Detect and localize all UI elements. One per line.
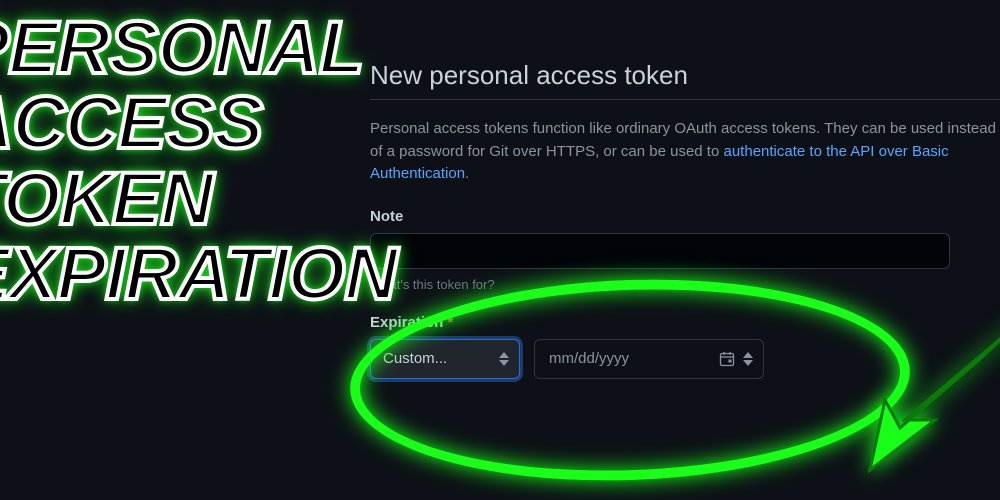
expiration-row: Custom... mm/dd/yyyy	[370, 339, 1000, 379]
expiration-select-value: Custom...	[383, 350, 447, 367]
expiration-label: Expiration*	[370, 314, 1000, 331]
note-label: Note	[370, 208, 1000, 225]
note-input[interactable]	[370, 233, 950, 269]
desc-text-post: .	[465, 165, 469, 182]
expiration-label-text: Expiration	[370, 314, 443, 331]
required-marker: *	[447, 314, 453, 331]
expiration-date-input[interactable]: mm/dd/yyyy	[534, 339, 764, 379]
page-title: New personal access token	[370, 60, 1000, 91]
overlay-line-4: EXPIRATION	[0, 236, 397, 311]
note-hint: What's this token for?	[370, 277, 1000, 292]
date-placeholder: mm/dd/yyyy	[549, 350, 629, 367]
divider	[370, 99, 1000, 100]
date-stepper-icon	[743, 352, 753, 366]
expiration-select[interactable]: Custom...	[370, 339, 520, 379]
thumbnail-title-overlay: PERSONAL ACCESS TOKEN EXPIRATION	[0, 10, 397, 312]
token-form-panel: New personal access token Personal acces…	[370, 0, 1000, 379]
overlay-line-3: TOKEN	[0, 161, 397, 236]
calendar-icon	[719, 351, 735, 367]
select-stepper-icon	[499, 352, 509, 366]
note-label-text: Note	[370, 208, 403, 225]
overlay-line-1: PERSONAL	[0, 10, 397, 85]
page-description: Personal access tokens function like ord…	[370, 118, 1000, 186]
overlay-line-2: ACCESS	[0, 85, 397, 160]
